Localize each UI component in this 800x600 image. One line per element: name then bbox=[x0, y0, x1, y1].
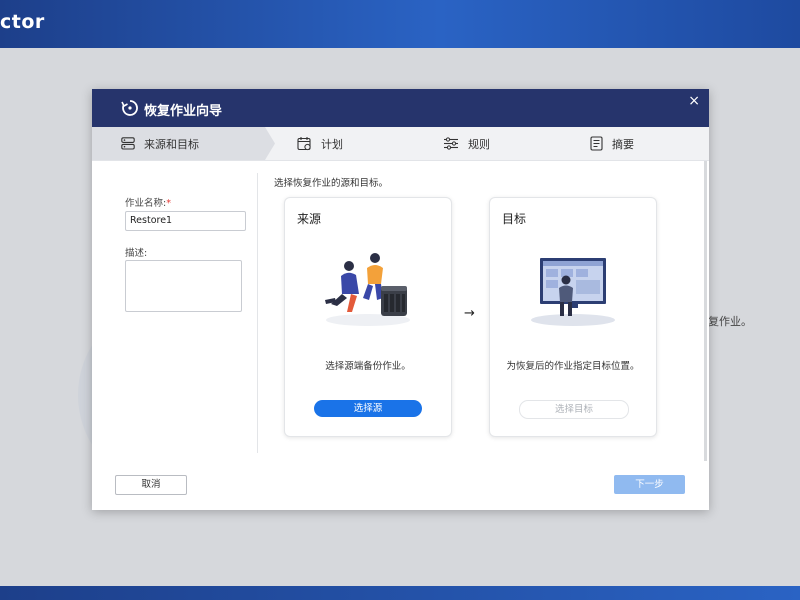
step-label: 来源和目标 bbox=[144, 137, 199, 151]
job-name-label-text: 作业名称: bbox=[125, 198, 167, 209]
source-card-text: 选择源端备份作业。 bbox=[325, 361, 411, 372]
arrow-icon: → bbox=[464, 306, 475, 321]
required-mark: * bbox=[166, 198, 171, 209]
app-title: ctor bbox=[0, 11, 45, 33]
source-card-title: 来源 bbox=[297, 212, 322, 226]
target-card-text: 为恢复后的作业指定目标位置。 bbox=[506, 361, 640, 372]
step-label: 规则 bbox=[468, 137, 490, 151]
next-button[interactable]: 下一步 bbox=[614, 475, 685, 494]
calendar-icon bbox=[297, 137, 311, 151]
app-header: ctor bbox=[0, 0, 800, 48]
select-target-button[interactable]: 选择目标 bbox=[519, 400, 629, 419]
source-card: 来源 选择源端备份作业。 选择源 bbox=[284, 197, 452, 437]
close-button[interactable]: × bbox=[688, 93, 700, 109]
monitor-person-illustration bbox=[531, 258, 615, 326]
sliders-icon bbox=[444, 137, 458, 150]
job-name-input[interactable]: Restore1 bbox=[125, 211, 246, 231]
background-text: 复作业。 bbox=[708, 315, 752, 328]
dialog-header: 恢复作业向导 × bbox=[92, 89, 709, 127]
target-card-title: 目标 bbox=[502, 212, 527, 226]
restore-wizard-dialog: 恢复作业向导 × 来源和目标 计划 规则 摘要 作业名称:* Restore1 … bbox=[92, 89, 709, 510]
target-card: 目标 为恢复后的作业指定目标位置。 选择目标 bbox=[489, 197, 657, 437]
step-schedule[interactable]: 计划 bbox=[297, 127, 343, 160]
description-label: 描述: bbox=[125, 248, 148, 259]
dialog-title: 恢复作业向导 bbox=[144, 104, 223, 119]
server-icon bbox=[121, 137, 135, 150]
step-label: 摘要 bbox=[612, 137, 634, 151]
wizard-steps: 来源和目标 计划 规则 摘要 bbox=[92, 127, 709, 161]
divider bbox=[257, 173, 258, 453]
restore-icon bbox=[121, 100, 138, 116]
bottom-bar bbox=[0, 586, 800, 600]
select-source-button[interactable]: 选择源 bbox=[314, 400, 422, 417]
step-rules[interactable]: 规则 bbox=[443, 127, 490, 160]
scrollbar[interactable] bbox=[704, 161, 707, 461]
people-with-nas-illustration bbox=[325, 253, 410, 326]
cancel-button[interactable]: 取消 bbox=[115, 475, 187, 495]
step-source-target[interactable]: 来源和目标 bbox=[121, 127, 199, 160]
instruction-text: 选择恢复作业的源和目标。 bbox=[274, 178, 389, 189]
step-label: 计划 bbox=[321, 137, 343, 151]
job-name-label: 作业名称:* bbox=[125, 195, 171, 209]
step-summary[interactable]: 摘要 bbox=[590, 127, 634, 160]
description-textarea[interactable] bbox=[125, 260, 242, 312]
document-icon bbox=[590, 136, 603, 151]
